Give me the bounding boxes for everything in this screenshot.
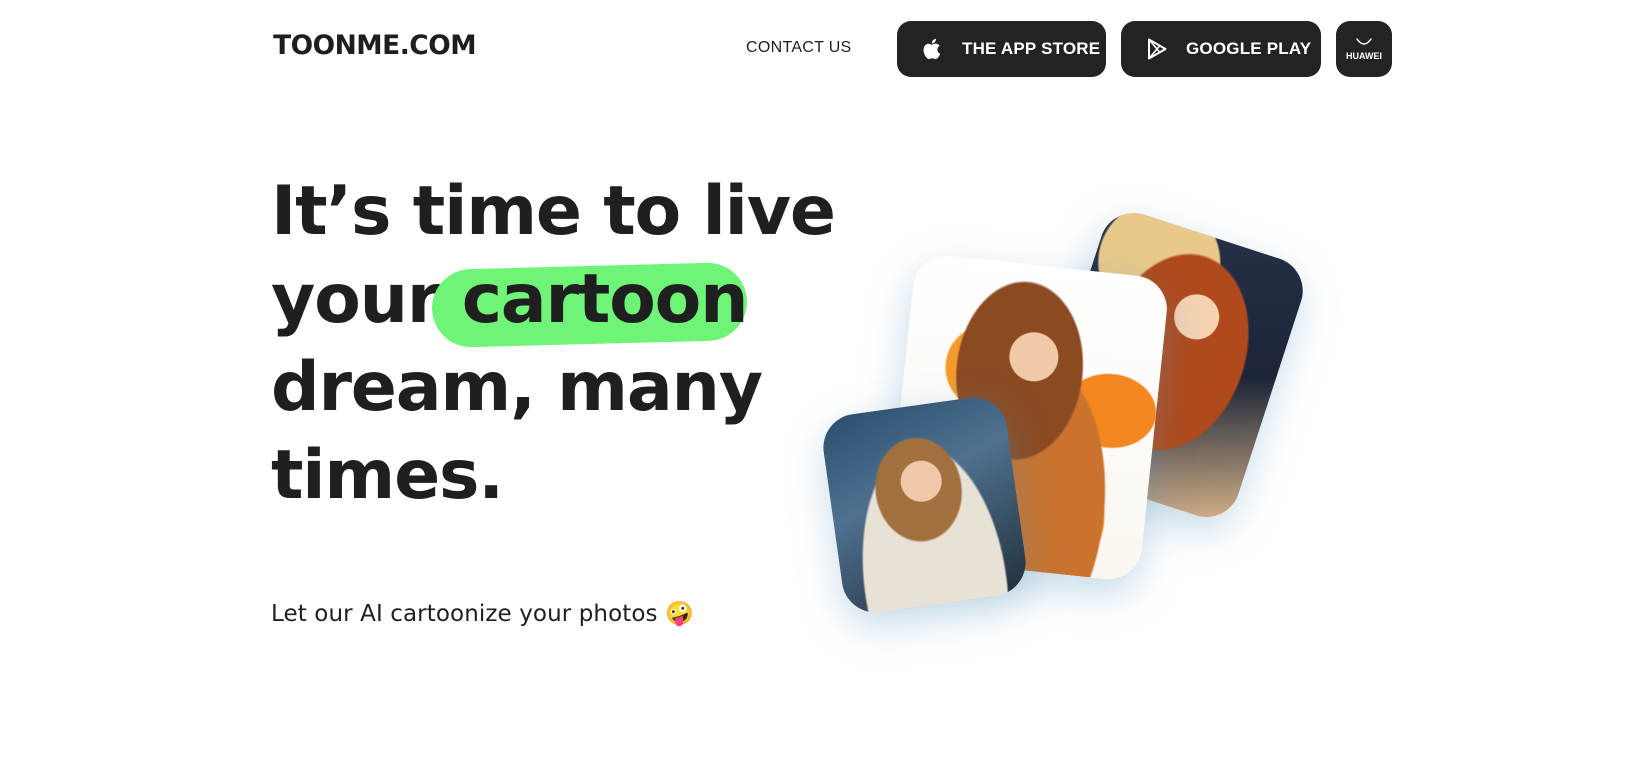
headline-line-4: times.	[271, 436, 504, 515]
subtitle-text: Let our AI cartoonize your photos	[271, 601, 658, 627]
apple-icon	[921, 37, 945, 61]
app-store-button[interactable]: THE APP STORE	[897, 21, 1106, 77]
hero-subtitle: Let our AI cartoonize your photos 🤪	[271, 600, 694, 627]
headline-highlight: cartoon	[430, 256, 749, 349]
original-photo-image	[818, 393, 1031, 617]
page: TOONME.COM CONTACT US THE APP STORE GOOG…	[0, 0, 1652, 783]
zany-face-emoji: 🤪	[665, 601, 694, 627]
headline-highlight-text: cartoon	[461, 260, 749, 339]
photo-collage	[818, 195, 1340, 665]
site-logo[interactable]: TOONME.COM	[273, 30, 476, 61]
hero-headline: It’s time to live your cartoon dream, ma…	[271, 168, 836, 520]
huawei-label: HUAWEI	[1346, 51, 1382, 61]
headline-line-2-prefix: your	[271, 260, 440, 339]
google-play-button[interactable]: GOOGLE PLAY	[1121, 21, 1321, 77]
huawei-bag-icon	[1353, 37, 1375, 49]
google-play-icon	[1145, 37, 1169, 61]
headline-line-1: It’s time to live	[271, 172, 836, 251]
app-store-label: THE APP STORE	[962, 39, 1101, 58]
headline-line-3: dream, many	[271, 348, 763, 427]
huawei-appgallery-button[interactable]: HUAWEI	[1336, 21, 1392, 77]
contact-us-link[interactable]: CONTACT US	[746, 39, 852, 57]
headline-line-2: your cartoon	[271, 256, 835, 349]
google-play-label: GOOGLE PLAY	[1186, 39, 1312, 58]
